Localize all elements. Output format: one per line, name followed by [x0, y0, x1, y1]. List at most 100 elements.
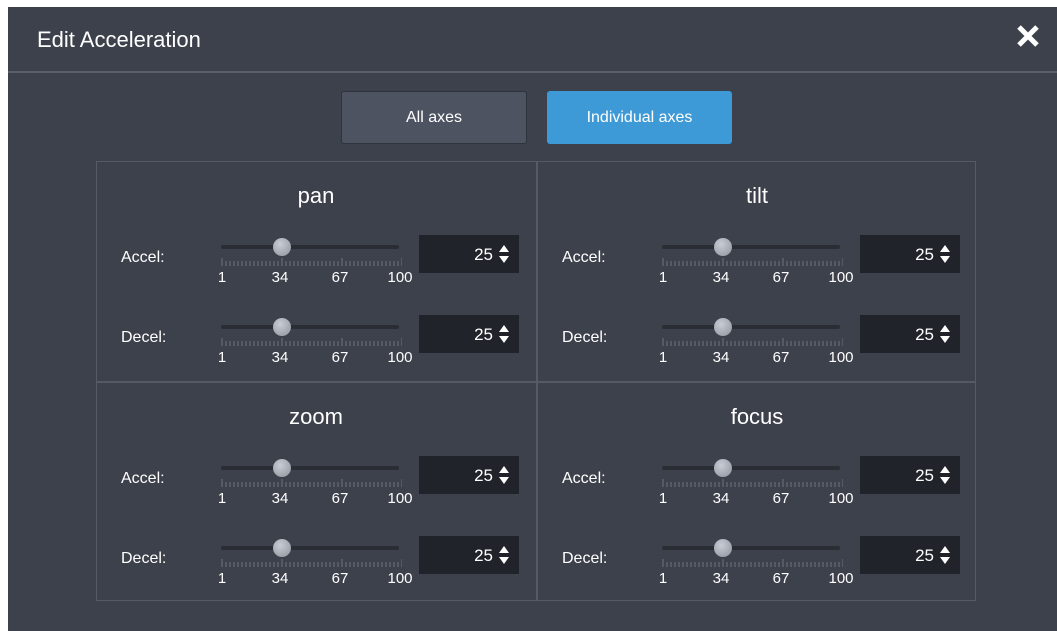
decel-tick-labels: 1 34 67 100 — [212, 570, 413, 587]
accel-row: Accel: 1 34 67 100 25 — [97, 456, 535, 507]
accel-value-spinner[interactable]: 25 — [419, 456, 519, 494]
accel-value-spinner[interactable]: 25 — [419, 235, 519, 273]
accel-slider-thumb[interactable] — [714, 238, 733, 256]
tick-label: 100 — [828, 269, 854, 286]
up-down-arrows-icon[interactable] — [939, 244, 951, 264]
tick-label: 67 — [331, 269, 349, 286]
tick-label: 67 — [331, 570, 349, 587]
decel-value-spinner[interactable]: 25 — [419, 536, 519, 574]
decel-value-spinner[interactable]: 25 — [860, 536, 960, 574]
decel-value-spinner[interactable]: 25 — [860, 315, 960, 353]
decel-row: Decel: 1 34 67 100 25 — [538, 315, 976, 366]
accel-slider-track[interactable] — [221, 238, 399, 256]
individual-axes-label: Individual axes — [586, 108, 693, 126]
decel-slider-thumb[interactable] — [273, 539, 292, 557]
decel-slider-ticks — [662, 338, 843, 346]
accel-value: 25 — [915, 245, 934, 264]
accel-label: Accel: — [121, 470, 165, 487]
tick-label: 1 — [217, 570, 227, 587]
accel-value: 25 — [915, 466, 934, 485]
tick-label: 1 — [658, 570, 668, 587]
accel-value: 25 — [474, 466, 493, 485]
up-down-arrows-icon[interactable] — [498, 465, 510, 485]
decel-slider-track[interactable] — [221, 539, 399, 557]
decel-slider-thumb[interactable] — [714, 539, 733, 557]
tick-label: 100 — [387, 490, 413, 507]
decel-tick-labels: 1 34 67 100 — [653, 570, 854, 587]
dialog-titlebar: Edit Acceleration — [8, 7, 1057, 73]
decel-tick-labels: 1 34 67 100 — [212, 349, 413, 366]
tick-label: 34 — [712, 269, 730, 286]
tick-label: 1 — [217, 269, 227, 286]
tick-label: 67 — [772, 349, 790, 366]
decel-value: 25 — [915, 325, 934, 344]
tick-label: 34 — [712, 490, 730, 507]
accel-slider-track[interactable] — [662, 238, 840, 256]
tick-label: 34 — [271, 570, 289, 587]
decel-slider-ticks — [221, 559, 402, 567]
tick-label: 1 — [217, 490, 227, 507]
tick-label: 67 — [331, 490, 349, 507]
up-down-arrows-icon[interactable] — [939, 465, 951, 485]
tick-label: 100 — [828, 570, 854, 587]
tick-label: 1 — [217, 349, 227, 366]
axis-panel-pan: pan Accel: 1 34 67 100 25 Decel: 1 34 67 100 25 — [97, 162, 535, 380]
accel-slider-thumb[interactable] — [273, 459, 292, 477]
decel-label: Decel: — [121, 329, 167, 346]
decel-value-spinner[interactable]: 25 — [419, 315, 519, 353]
axis-panel-focus: focus Accel: 1 34 67 100 25 Decel: 1 34 67 100 25 — [538, 383, 976, 601]
decel-row: Decel: 1 34 67 100 25 — [97, 536, 535, 587]
accel-row: Accel: 1 34 67 100 25 — [538, 456, 976, 507]
accel-value-spinner[interactable]: 25 — [860, 235, 960, 273]
accel-slider-thumb[interactable] — [273, 238, 292, 256]
decel-label: Decel: — [121, 550, 167, 567]
accel-value-spinner[interactable]: 25 — [860, 456, 960, 494]
decel-slider-ticks — [221, 338, 402, 346]
accel-slider-track[interactable] — [662, 459, 840, 477]
edit-acceleration-dialog: Edit Acceleration All axes Individual ax… — [8, 7, 1057, 631]
decel-slider-track[interactable] — [662, 539, 840, 557]
tick-label: 34 — [271, 490, 289, 507]
decel-value: 25 — [474, 325, 493, 344]
tick-label: 100 — [828, 349, 854, 366]
decel-row: Decel: 1 34 67 100 25 — [538, 536, 976, 587]
accel-slider-track[interactable] — [221, 459, 399, 477]
tick-label: 34 — [712, 570, 730, 587]
accel-tick-labels: 1 34 67 100 — [212, 490, 413, 507]
up-down-arrows-icon[interactable] — [498, 244, 510, 264]
individual-axes-button[interactable]: Individual axes — [547, 91, 732, 144]
tick-label: 1 — [658, 349, 668, 366]
tick-label: 34 — [712, 349, 730, 366]
axes-grid: pan Accel: 1 34 67 100 25 Decel: 1 34 67 100 25 tilt A… — [96, 161, 976, 601]
up-down-arrows-icon[interactable] — [939, 545, 951, 565]
accel-tick-labels: 1 34 67 100 — [653, 490, 854, 507]
dialog-title: Edit Acceleration — [37, 27, 201, 52]
decel-slider-track[interactable] — [221, 318, 399, 336]
tick-label: 100 — [828, 490, 854, 507]
tick-label: 67 — [331, 349, 349, 366]
tick-label: 67 — [772, 490, 790, 507]
up-down-arrows-icon[interactable] — [939, 324, 951, 344]
decel-slider-thumb[interactable] — [714, 318, 733, 336]
close-icon[interactable] — [1014, 22, 1042, 50]
decel-label: Decel: — [562, 550, 608, 567]
decel-value: 25 — [474, 546, 493, 565]
decel-slider-track[interactable] — [662, 318, 840, 336]
tick-label: 100 — [387, 349, 413, 366]
up-down-arrows-icon[interactable] — [498, 545, 510, 565]
accel-slider-ticks — [221, 258, 402, 266]
accel-tick-labels: 1 34 67 100 — [212, 269, 413, 286]
decel-value: 25 — [915, 546, 934, 565]
tick-label: 1 — [658, 490, 668, 507]
decel-label: Decel: — [562, 329, 608, 346]
tick-label: 100 — [387, 570, 413, 587]
up-down-arrows-icon[interactable] — [498, 324, 510, 344]
accel-tick-labels: 1 34 67 100 — [653, 269, 854, 286]
tick-label: 34 — [271, 269, 289, 286]
decel-tick-labels: 1 34 67 100 — [653, 349, 854, 366]
accel-slider-thumb[interactable] — [714, 459, 733, 477]
accel-label: Accel: — [121, 249, 165, 266]
decel-slider-thumb[interactable] — [273, 318, 292, 336]
axis-name: pan — [297, 183, 335, 208]
all-axes-button[interactable]: All axes — [341, 91, 527, 144]
